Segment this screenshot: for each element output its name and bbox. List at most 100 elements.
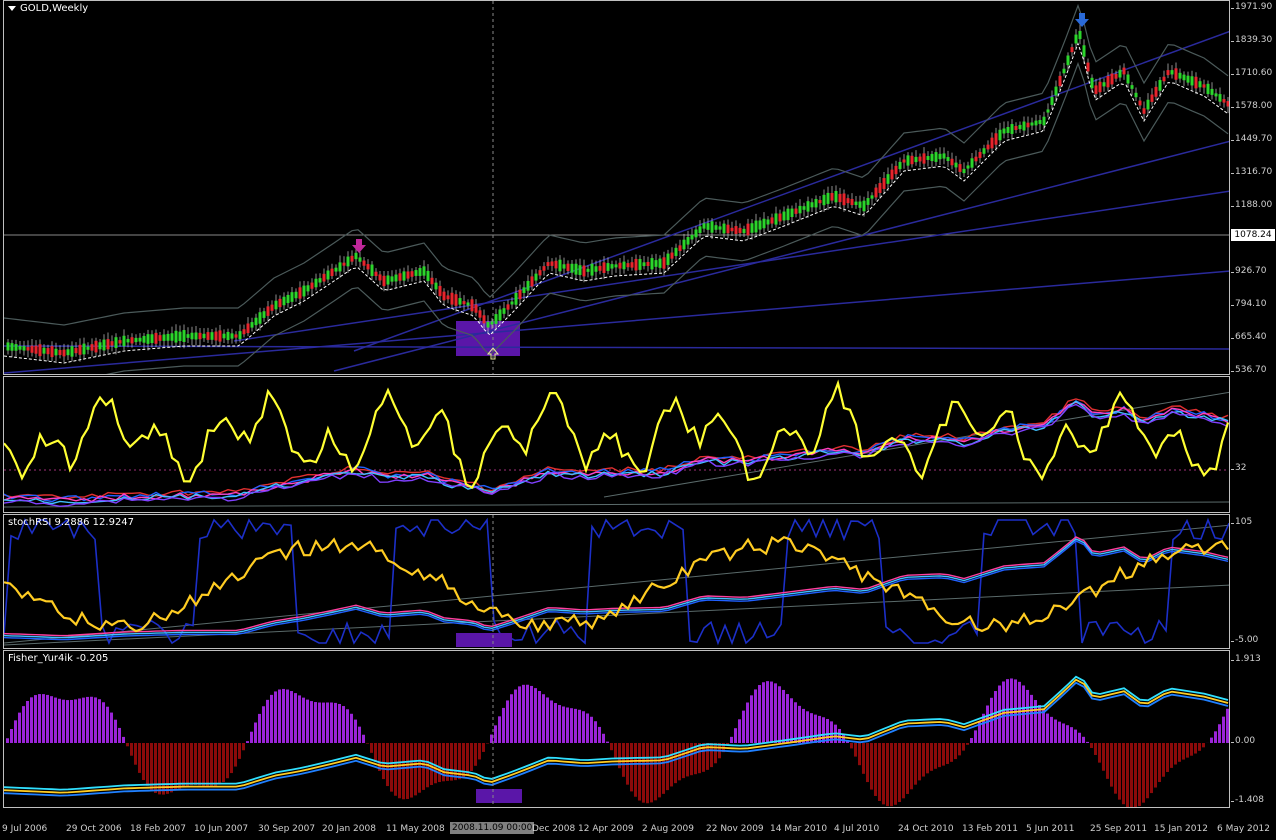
candle-body: [142, 335, 146, 343]
rsi-pane[interactable]: [3, 376, 1230, 513]
candle-body: [114, 337, 118, 349]
fisher-bar: [842, 734, 845, 743]
dropdown-triangle-icon[interactable]: [8, 5, 16, 11]
candle-body: [250, 322, 254, 328]
candle-body: [1178, 72, 1182, 79]
rsi-trend-line: [603, 391, 1229, 498]
candle-body: [170, 333, 174, 341]
fisher-top-tick: 1.913: [1231, 654, 1261, 664]
candle-body: [122, 335, 126, 347]
fisher-bar: [590, 716, 593, 743]
candle-body: [898, 161, 902, 170]
candle-body: [642, 262, 646, 267]
fisher-bar: [622, 743, 625, 777]
price-axis[interactable]: 1971.90 1839.30 1710.60 1578.00 1449.70 …: [1230, 0, 1276, 375]
fisher-bar: [970, 738, 973, 743]
fisher-bar: [374, 743, 377, 763]
time-label: 4 Jul 2010: [834, 824, 880, 834]
candle-body: [198, 332, 202, 340]
fisher-bar: [1142, 743, 1145, 803]
fisher-bar: [822, 717, 825, 743]
candle-body: [194, 332, 198, 340]
candle-body: [62, 349, 66, 357]
candle-body: [970, 158, 974, 168]
candle-body: [842, 193, 846, 206]
candle-body: [82, 343, 86, 355]
candle-body: [70, 346, 74, 357]
fisher-bar: [1134, 743, 1137, 807]
time-label: 29 Oct 2006: [66, 824, 122, 834]
fisher-bar: [238, 743, 241, 759]
fisher-bar: [918, 743, 921, 781]
candle-body: [146, 334, 150, 344]
fisher-bar: [114, 719, 117, 743]
price-tick: 926.70: [1231, 266, 1267, 276]
candle-body: [698, 226, 702, 234]
fisher-bar: [34, 695, 37, 743]
fisher-bar: [806, 711, 809, 743]
fisher-bar: [1094, 743, 1097, 755]
fisher-bar: [378, 743, 381, 771]
candle-body: [214, 331, 218, 341]
candle-body: [838, 193, 842, 203]
fisher-bar: [910, 743, 913, 790]
candle-body: [274, 300, 278, 310]
fisher-bar: [202, 743, 205, 786]
candle-body: [22, 346, 26, 351]
rsi-ma-line: [4, 403, 1229, 508]
stochrsi-pane[interactable]: stochRSI 9.2886 12.9247: [3, 514, 1230, 649]
fisher-bar: [1086, 741, 1089, 743]
current-price-label: 1078.24: [1231, 229, 1275, 241]
candle-body: [446, 295, 450, 300]
candle-body: [854, 201, 858, 206]
candle-body: [266, 306, 270, 316]
candle-body: [1094, 85, 1098, 94]
candle-body: [506, 304, 510, 310]
candle-body: [182, 330, 186, 342]
fisher-bar: [506, 700, 509, 743]
fisher-bar: [738, 719, 741, 743]
fisher-bar: [870, 743, 873, 790]
candle-body: [1102, 82, 1106, 87]
time-axis[interactable]: 9 Jul 2006 29 Oct 2006 18 Feb 2007 10 Ju…: [0, 818, 1276, 840]
fisher-bar: [358, 726, 361, 743]
fisher-bar: [70, 699, 73, 743]
fisher-bar: [286, 689, 289, 743]
price-chart-pane[interactable]: GOLD,Weekly: [3, 0, 1230, 375]
moving-average: [4, 42, 1229, 364]
candle-body: [762, 218, 766, 229]
fisher-pane[interactable]: Fisher_Yur4ik -0.205: [3, 650, 1230, 808]
fisher-bar: [318, 702, 321, 743]
candle-body: [746, 223, 750, 236]
candle-body: [646, 261, 650, 266]
fisher-bar: [966, 743, 969, 745]
fisher-bar: [1214, 731, 1217, 743]
candle-body: [1142, 108, 1146, 114]
price-tick: 1971.90: [1230, 2, 1273, 12]
fisher-bar: [1218, 724, 1221, 743]
candle-body: [862, 200, 866, 212]
candle-body: [106, 339, 110, 350]
candle-body: [206, 332, 210, 340]
fisher-bar: [278, 689, 281, 743]
candle-body: [546, 262, 550, 267]
candle-body: [270, 304, 274, 311]
candle-body: [334, 267, 338, 272]
fisher-bar: [14, 720, 17, 743]
candle-body: [874, 187, 878, 198]
fisher-bar: [550, 700, 553, 743]
fisher-bar: [1078, 732, 1081, 743]
candle-body: [1030, 122, 1034, 126]
fisher-bar: [222, 743, 225, 783]
fisher-bar: [18, 712, 21, 743]
fisher-bar: [466, 743, 469, 775]
price-candles[interactable]: [4, 1, 1230, 375]
time-label: 24 Oct 2010: [898, 824, 954, 834]
fisher-bar: [662, 743, 665, 794]
candle-body: [742, 228, 746, 234]
fisher-bar: [1074, 729, 1077, 743]
candle-body: [734, 226, 738, 234]
fisher-bar: [418, 743, 421, 793]
fisher-bar: [126, 743, 129, 747]
fisher-bar: [282, 688, 285, 743]
